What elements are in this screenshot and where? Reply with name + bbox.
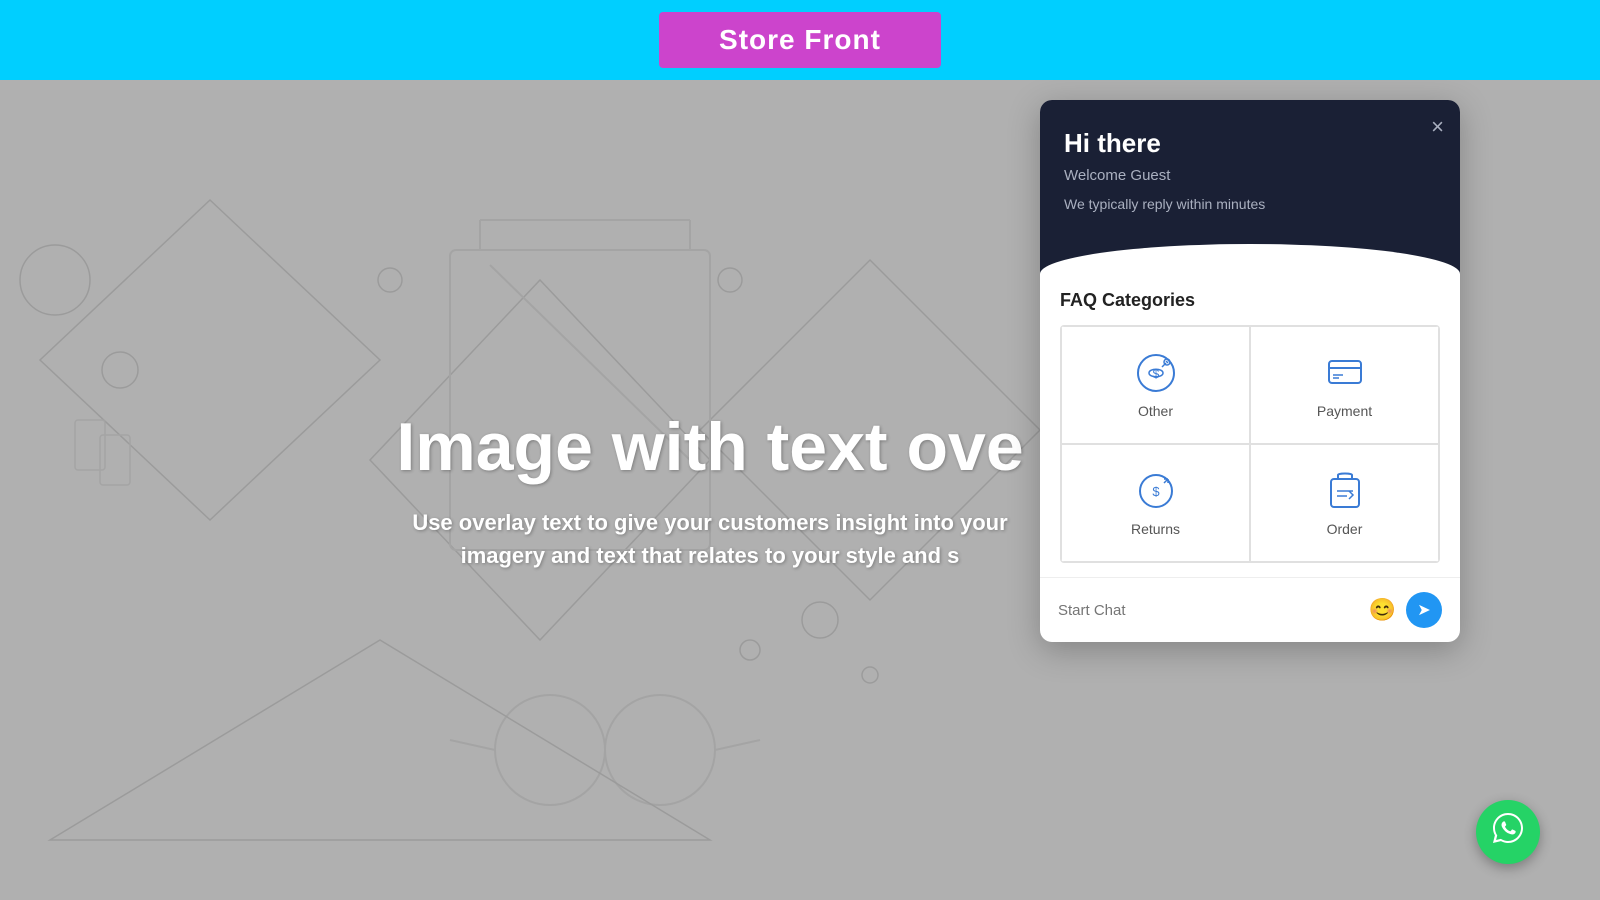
order-icon (1323, 469, 1367, 513)
chat-greeting: Hi there (1064, 128, 1436, 159)
chat-reply-time: We typically reply within minutes (1064, 196, 1436, 212)
svg-text:$: $ (1152, 367, 1159, 381)
chat-send-button[interactable]: ➤ (1406, 592, 1442, 628)
faq-returns-label: Returns (1131, 521, 1180, 537)
hero-subtitle: Use overlay text to give your customers … (260, 506, 1160, 572)
main-content: Image with text ove Use overlay text to … (0, 80, 1600, 900)
whatsapp-icon (1490, 810, 1526, 855)
faq-order-label: Order (1327, 521, 1363, 537)
store-front-title-box: Store Front (659, 12, 941, 68)
chat-guest-label: Welcome Guest (1064, 167, 1436, 184)
app-header: Store Front (0, 0, 1600, 80)
chat-close-button[interactable]: × (1431, 116, 1444, 138)
faq-payment-label: Payment (1317, 403, 1372, 419)
faq-grid: $ Other Payment (1060, 325, 1440, 563)
faq-other-label: Other (1138, 403, 1173, 419)
chat-footer: 😊 ➤ (1040, 577, 1460, 642)
chat-wave-divider (1040, 244, 1460, 274)
send-icon: ➤ (1417, 600, 1430, 620)
hero-text-block: Image with text ove Use overlay text to … (260, 408, 1160, 572)
faq-item-returns[interactable]: $ Returns (1061, 444, 1250, 562)
faq-section-title: FAQ Categories (1060, 290, 1440, 311)
returns-icon: $ (1134, 469, 1178, 513)
svg-text:$: $ (1152, 484, 1160, 499)
faq-item-other[interactable]: $ Other (1061, 326, 1250, 444)
other-icon: $ (1134, 351, 1178, 395)
chat-body: FAQ Categories $ Other (1040, 274, 1460, 563)
store-front-title: Store Front (719, 24, 881, 55)
whatsapp-fab[interactable] (1476, 800, 1540, 864)
payment-icon (1323, 351, 1367, 395)
chat-emoji-button[interactable]: 😊 (1369, 597, 1396, 623)
hero-title: Image with text ove (260, 408, 1160, 486)
chat-header: × Hi there Welcome Guest We typically re… (1040, 100, 1460, 244)
chat-input[interactable] (1058, 602, 1369, 619)
chat-widget: × Hi there Welcome Guest We typically re… (1040, 100, 1460, 642)
faq-item-payment[interactable]: Payment (1250, 326, 1439, 444)
faq-item-order[interactable]: Order (1250, 444, 1439, 562)
